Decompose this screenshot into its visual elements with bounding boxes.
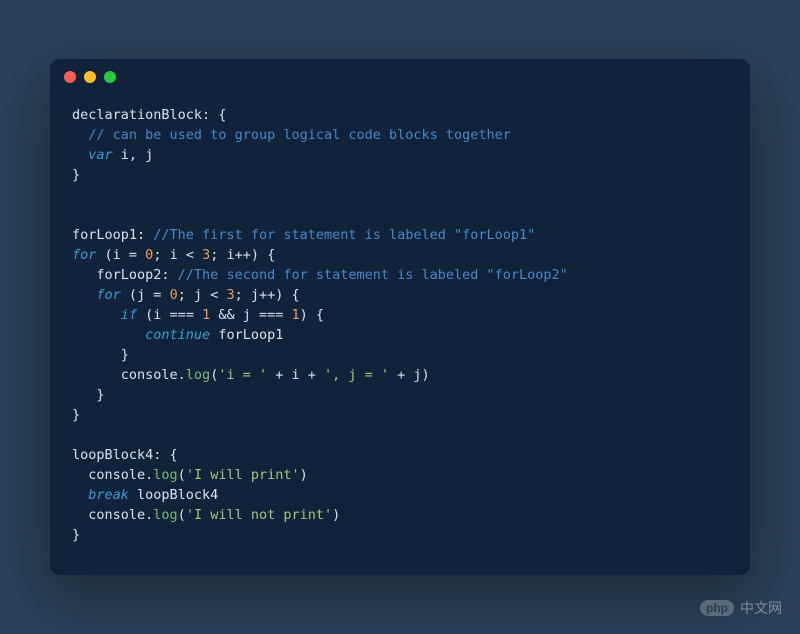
watermark-text: 中文网 [740, 598, 782, 618]
code-token: && j === [210, 307, 291, 323]
code-token: ; i++) { [210, 247, 275, 263]
code-number: 0 [170, 287, 178, 303]
code-string: 'I will not print' [186, 507, 332, 523]
code-token: + j) [389, 367, 430, 383]
code-token: ( [178, 507, 186, 523]
code-function: log [153, 467, 177, 483]
code-token: declarationBlock: { [72, 107, 226, 123]
code-keyword: break [88, 487, 129, 503]
code-function: log [186, 367, 210, 383]
minimize-icon[interactable] [84, 71, 96, 83]
code-token: i, j [113, 147, 154, 163]
code-number: 1 [202, 307, 210, 323]
code-token: forLoop1 [210, 327, 283, 343]
window-titlebar [50, 59, 750, 95]
maximize-icon[interactable] [104, 71, 116, 83]
code-token: console. [72, 467, 153, 483]
code-comment: //The second for statement is labeled "f… [178, 267, 568, 283]
code-token: } [72, 387, 105, 403]
code-number: 3 [226, 287, 234, 303]
watermark: php 中文网 [700, 598, 782, 618]
code-string: 'i = ' [218, 367, 267, 383]
code-token [72, 127, 88, 143]
watermark-logo: php [700, 600, 734, 616]
code-token [72, 487, 88, 503]
code-token: ) { [300, 307, 324, 323]
code-token: } [72, 407, 80, 423]
code-number: 3 [202, 247, 210, 263]
code-token: forLoop2: [72, 267, 178, 283]
code-token: } [72, 167, 80, 183]
code-string: ', j = ' [324, 367, 389, 383]
code-token: console. [72, 507, 153, 523]
code-token: + i + [267, 367, 324, 383]
code-token: } [72, 347, 129, 363]
code-token: } [72, 527, 80, 543]
code-window: declarationBlock: { // can be used to gr… [50, 59, 750, 575]
code-token: ; j < [178, 287, 227, 303]
code-token: loopBlock4 [129, 487, 218, 503]
code-token: (j = [121, 287, 170, 303]
code-number: 1 [292, 307, 300, 323]
close-icon[interactable] [64, 71, 76, 83]
code-token: ) [332, 507, 340, 523]
code-comment: // can be used to group logical code blo… [88, 127, 511, 143]
code-keyword: if [121, 307, 137, 323]
code-token: ; j++) { [235, 287, 300, 303]
code-string: 'I will print' [186, 467, 300, 483]
code-keyword: for [72, 247, 96, 263]
code-token: console. [72, 367, 186, 383]
code-token [72, 147, 88, 163]
code-token: ) [300, 467, 308, 483]
code-keyword: continue [145, 327, 210, 343]
code-token [72, 307, 121, 323]
code-function: log [153, 507, 177, 523]
code-token [72, 327, 145, 343]
code-token: (i === [137, 307, 202, 323]
code-token: (i = [96, 247, 145, 263]
code-keyword: var [88, 147, 112, 163]
code-token: ; i < [153, 247, 202, 263]
code-token [72, 287, 96, 303]
code-token: forLoop1: [72, 227, 153, 243]
code-keyword: for [96, 287, 120, 303]
code-comment: //The first for statement is labeled "fo… [153, 227, 535, 243]
code-token: ( [178, 467, 186, 483]
code-token: loopBlock4: { [72, 447, 178, 463]
code-content: declarationBlock: { // can be used to gr… [50, 95, 750, 575]
